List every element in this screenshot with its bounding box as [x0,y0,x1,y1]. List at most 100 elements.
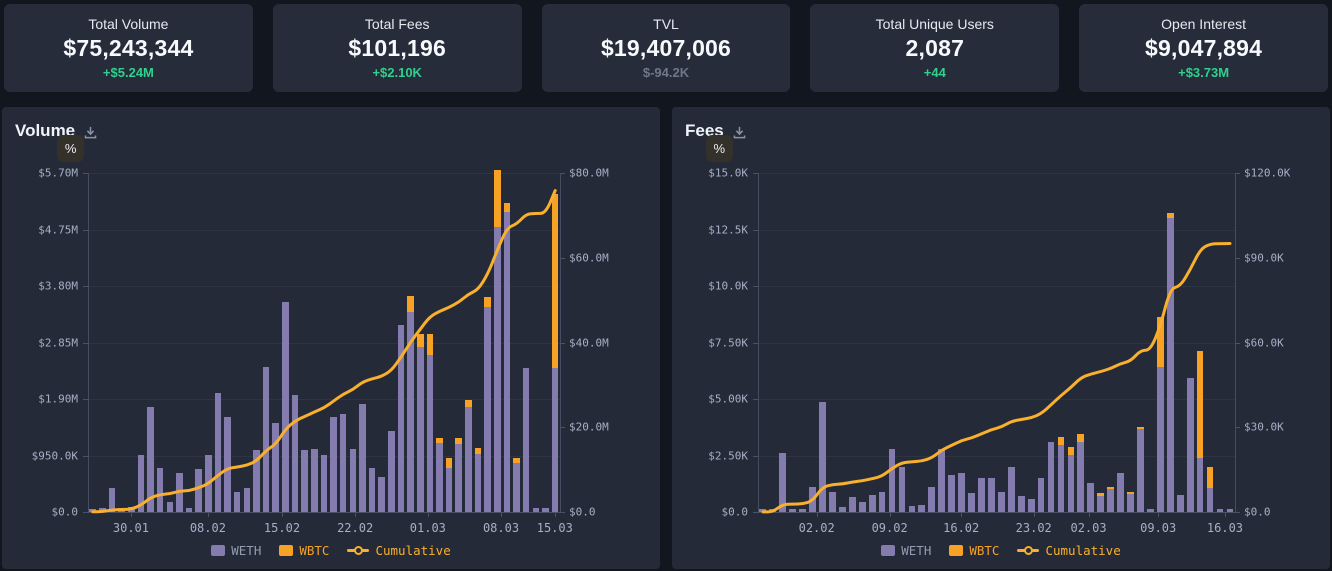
stat-card-value: $101,196 [348,35,446,61]
cumulative-line [761,242,1232,514]
y-axis-right-label: $20.0M [569,420,609,434]
stat-card-delta: +$3.73M [1178,65,1230,80]
volume-chart-legend: WETH WBTC Cumulative [2,543,660,558]
fees-chart-plot[interactable]: $15.0K $12.5K $10.0K $7.50K $5.00K $2.50K $0.0… [672,107,1330,569]
stat-card-label: Total Fees [364,16,430,32]
x-axis-label: 09.03 [1140,521,1177,535]
x-axis-label: 16.02 [943,521,980,535]
y-axis-right-label: $40.0M [569,336,609,349]
wbtc-swatch-icon [279,545,294,556]
stat-card-value: $75,243,344 [63,35,194,61]
y-axis-line-right [1235,173,1236,512]
y-axis-left-label: $1.90M [38,392,78,406]
stat-card-label: Total Unique Users [875,16,994,32]
stat-card-value: $9,047,894 [1145,35,1263,61]
y-axis-left-label: $7.50K [708,336,748,349]
stat-card-open-interest: Open Interest $9,047,894 +$3.73M [1079,4,1328,92]
x-axis-tick [501,512,502,517]
volume-panel: Volume % $5.70M $4.75M $3.80M $2.85M $1.90M $… [2,107,660,569]
stat-card-delta: +$5.24M [102,65,154,80]
y-axis-right-label: $60.0M [569,251,609,265]
y-axis-right-label: $120.0K [1244,166,1291,180]
x-axis-tick [1033,512,1035,517]
legend-item-weth[interactable]: WETH [881,543,931,558]
fees-panel: Fees % $15.0K $12.5K $10.0K $7.50K $5.00K $2.… [672,107,1330,569]
x-axis-label: 02.02 [798,521,835,535]
stat-card-total-unique-users: Total Unique Users 2,087 +44 [810,4,1060,92]
legend-label: WBTC [969,543,1000,558]
legend-item-weth[interactable]: WETH [211,543,261,558]
stat-card-delta: $-94.2K [642,65,690,80]
stat-card-label: TVL [653,16,679,32]
x-axis-label: 15.02 [263,521,301,535]
x-axis-tick [1088,512,1090,517]
x-axis-tick [961,512,963,517]
x-axis-tick [427,512,429,517]
x-axis-tick [207,512,209,517]
x-axis-label: 22.02 [337,521,374,535]
x-axis-label: 08.03 [482,521,520,535]
y-axis-left-label: $4.75M [38,223,78,236]
y-axis-left-label: $5.00K [708,392,748,406]
y-axis-left-label: $950.0K [31,449,78,462]
y-axis-left-label: $10.0K [708,279,748,293]
dashboard: Total Volume $75,243,344 +$5.24M Total Fees… [0,0,1332,571]
x-axis-label: 23.02 [1015,521,1052,535]
stat-card-tvl: TVL $19,407,006 $-94.2K [541,4,791,92]
y-axis-right-label: $80.0M [569,166,609,180]
y-axis-left-label: $3.80M [38,279,78,293]
cumulative-line [91,189,557,514]
legend-item-cumulative[interactable]: Cumulative [1017,543,1121,558]
x-axis-label: 09.02 [871,521,908,535]
legend-item-wbtc[interactable]: WBTC [279,543,329,558]
y-axis-right-label: $0.0 [569,505,596,519]
stat-card-label: Open Interest [1161,16,1246,32]
y-axis-left-label: $2.85M [38,336,78,349]
x-axis-tick [1224,512,1226,517]
cumulative-line-icon [347,546,370,555]
x-axis-tick [130,512,132,517]
y-axis-left-label: $12.5K [708,223,748,236]
y-axis-right-label: $0.0 [1244,505,1271,519]
x-axis-label: 08.02 [189,521,226,535]
y-axis-left-label: $15.0K [708,166,748,180]
stat-card-value: $19,407,006 [600,35,732,61]
x-axis-label: 02.03 [1070,521,1107,535]
stat-card-total-volume: Total Volume $75,243,344 +$5.24M [4,4,253,92]
x-axis-tick [889,512,891,517]
legend-label: WETH [901,543,932,558]
stat-cards-row: Total Volume $75,243,344 +$5.24M Total Fees… [4,4,1328,92]
y-axis-line-right [560,173,561,512]
x-axis-tick [554,512,556,517]
x-axis-label: 15.03 [536,521,573,535]
x-axis-label: 01.03 [409,521,446,535]
weth-swatch-icon [881,545,896,556]
x-axis-label: 30.01 [112,521,149,535]
cumulative-line-icon [1017,546,1040,555]
wbtc-swatch-icon [949,545,964,556]
stat-card-total-fees: Total Fees $101,196 +$2.10K [272,4,522,92]
y-axis-right-label: $90.0K [1244,251,1284,265]
stat-card-label: Total Volume [88,16,169,32]
weth-swatch-icon [211,545,226,556]
x-axis-tick [1158,512,1160,517]
y-axis-left-label: $0.0 [721,505,749,519]
stat-card-value: 2,087 [905,35,965,61]
y-axis-right-label: $60.0K [1244,336,1284,349]
stat-card-delta: +44 [923,65,946,80]
fees-chart-legend: WETH WBTC Cumulative [672,543,1330,558]
stat-card-delta: +$2.10K [372,65,422,80]
legend-label: Cumulative [1045,543,1121,558]
y-axis-left-label: $0.0 [51,505,79,519]
y-axis-left-label: $2.50K [708,449,748,462]
y-axis-right-label: $30.0K [1244,420,1284,434]
legend-label: WBTC [299,543,330,558]
legend-item-wbtc[interactable]: WBTC [949,543,999,558]
x-axis-label: 16.03 [1206,521,1244,535]
legend-item-cumulative[interactable]: Cumulative [347,543,451,558]
volume-chart-plot[interactable]: $5.70M $4.75M $3.80M $2.85M $1.90M $950.0K $0.… [2,107,660,569]
x-axis-tick [816,512,818,517]
y-axis-left-label: $5.70M [38,166,78,180]
x-axis-tick [281,512,283,517]
x-axis-tick [355,512,357,517]
